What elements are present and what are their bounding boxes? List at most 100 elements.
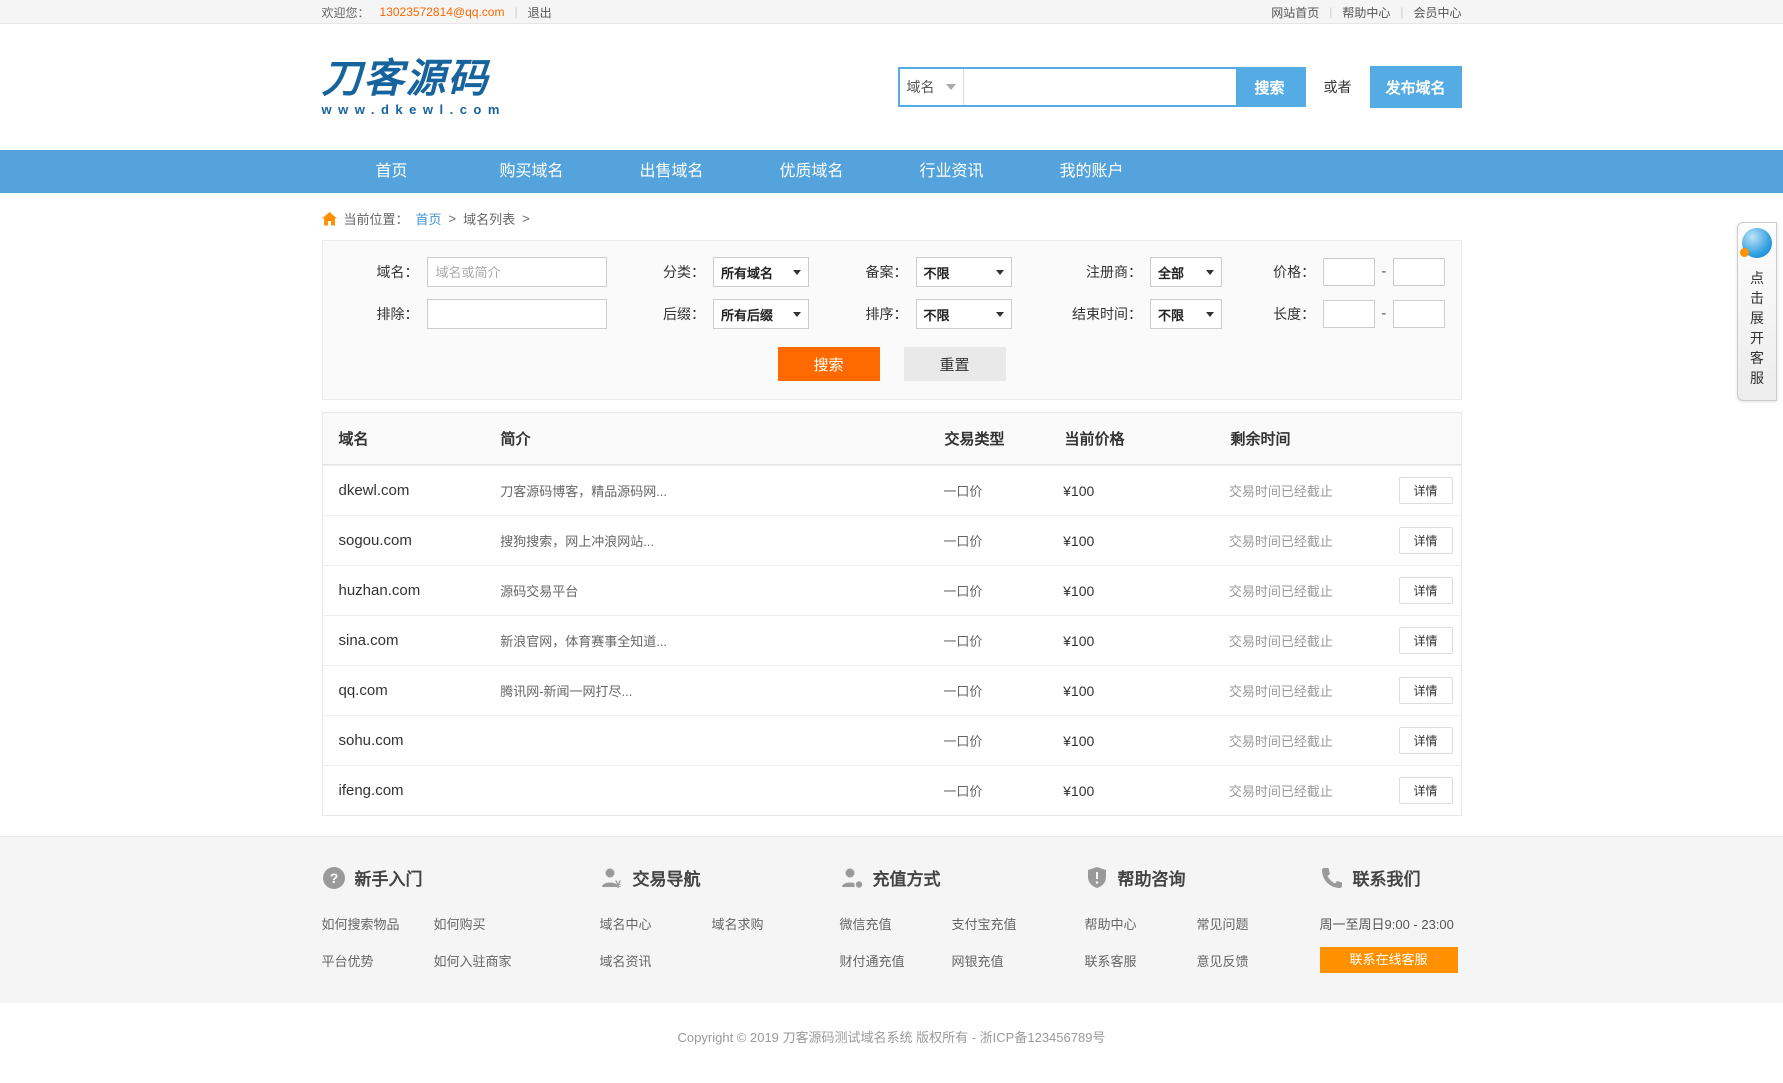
table-row: qq.com 腾讯网-新闻一网打尽... 一口价 ¥100 交易时间已经截止 详… <box>323 665 1461 715</box>
price-max-input[interactable] <box>1393 258 1445 286</box>
category-select-value: 所有域名 <box>721 263 773 282</box>
user-email-link[interactable]: 13023572814@qq.com <box>380 5 505 19</box>
table-row: sina.com 新浪官网，体育赛事全知道... 一口价 ¥100 交易时间已经… <box>323 615 1461 665</box>
detail-button[interactable]: 详情 <box>1399 477 1453 504</box>
cell-price: ¥100 <box>1063 583 1229 599</box>
chevron-down-icon <box>793 270 801 275</box>
breadcrumb-separator: > <box>522 211 530 226</box>
category-select[interactable]: 所有域名 <box>713 257 809 287</box>
cell-domain: qq.com <box>339 682 501 699</box>
cell-desc: 搜狗搜索，网上冲浪网站... <box>500 531 943 550</box>
footer-link[interactable]: 域名求购 <box>712 914 840 933</box>
footer-link[interactable]: 财付通充值 <box>840 951 952 970</box>
publish-domain-button[interactable]: 发布域名 <box>1370 66 1462 108</box>
header-search-button[interactable]: 搜索 <box>1236 69 1304 105</box>
exclude-filter-input[interactable] <box>427 299 607 329</box>
table-header-row: 域名 简介 交易类型 当前价格 剩余时间 <box>323 413 1461 465</box>
length-max-input[interactable] <box>1393 300 1445 328</box>
question-circle-icon: ? <box>322 866 346 890</box>
footer-link[interactable]: 联系客服 <box>1085 951 1197 970</box>
footer-title-recharge: 充值方式 <box>873 865 941 890</box>
footer-link[interactable]: 网银充值 <box>952 951 1085 970</box>
topbar-link-home[interactable]: 网站首页 <box>1271 4 1319 21</box>
footer-link[interactable]: 意见反馈 <box>1197 951 1320 970</box>
logout-link[interactable]: 退出 <box>528 4 552 21</box>
footer-link[interactable]: 如何入驻商家 <box>434 951 600 970</box>
suffix-filter-label: 后缀： <box>631 304 705 324</box>
length-min-input[interactable] <box>1323 300 1375 328</box>
footer-link[interactable]: 域名中心 <box>600 914 712 933</box>
suffix-select-value: 所有后缀 <box>721 305 773 324</box>
shield-icon <box>1085 866 1109 890</box>
chevron-down-icon <box>996 270 1004 275</box>
topbar-link-help[interactable]: 帮助中心 <box>1342 4 1390 21</box>
cell-domain: ifeng.com <box>339 782 501 799</box>
cell-price: ¥100 <box>1063 783 1229 799</box>
detail-button[interactable]: 详情 <box>1399 527 1453 554</box>
nav-item-buy-domain[interactable]: 购买域名 <box>462 150 602 193</box>
footer-link[interactable]: 域名资讯 <box>600 951 712 970</box>
cell-price: ¥100 <box>1063 483 1229 499</box>
cell-desc: 刀客源码博客，精品源码网... <box>500 481 943 500</box>
header-search-input[interactable] <box>964 69 1236 105</box>
nav-item-industry-news[interactable]: 行业资讯 <box>882 150 1022 193</box>
recharge-icon <box>840 866 864 890</box>
footer-link[interactable]: 微信充值 <box>840 914 952 933</box>
table-row: dkewl.com 刀客源码博客，精品源码网... 一口价 ¥100 交易时间已… <box>323 465 1461 515</box>
detail-button[interactable]: 详情 <box>1399 627 1453 654</box>
header: 刀客源码 www.dkewl.com 域名 搜索 或者 发布域名 <box>0 24 1783 150</box>
customer-service-widget[interactable]: 点击展开客服 <box>1737 222 1777 401</box>
header-time: 剩余时间 <box>1231 428 1401 449</box>
endtime-select[interactable]: 不限 <box>1150 299 1222 329</box>
detail-button[interactable]: 详情 <box>1399 727 1453 754</box>
domain-list-table: 域名 简介 交易类型 当前价格 剩余时间 dkewl.com 刀客源码博客，精品… <box>0 412 1783 816</box>
cell-price: ¥100 <box>1063 683 1229 699</box>
detail-button[interactable]: 详情 <box>1399 677 1453 704</box>
site-logo[interactable]: 刀客源码 www.dkewl.com <box>322 59 506 116</box>
exclude-filter-label: 排除： <box>339 304 419 324</box>
sort-filter-label: 排序： <box>834 304 908 324</box>
sort-select[interactable]: 不限 <box>916 299 1012 329</box>
price-min-input[interactable] <box>1323 258 1375 286</box>
breadcrumb-home-link[interactable]: 首页 <box>416 209 442 228</box>
chevron-down-icon <box>793 312 801 317</box>
breadcrumb-current: 域名列表 <box>463 209 515 228</box>
footer-link[interactable]: 如何购买 <box>434 914 600 933</box>
footer-link[interactable]: 帮助中心 <box>1085 914 1197 933</box>
table-row: huzhan.com 源码交易平台 一口价 ¥100 交易时间已经截止 详情 <box>323 565 1461 615</box>
registrar-select[interactable]: 全部 <box>1150 257 1222 287</box>
cell-desc: 新浪官网，体育赛事全知道... <box>500 631 943 650</box>
search-category-select[interactable]: 域名 <box>900 69 964 105</box>
footer-link[interactable]: 支付宝充值 <box>952 914 1085 933</box>
detail-button[interactable]: 详情 <box>1399 777 1453 804</box>
footer-title-trade: 交易导航 <box>633 865 701 890</box>
main-nav: 首页 购买域名 出售域名 优质域名 行业资讯 我的账户 <box>0 150 1783 193</box>
cell-domain: sogou.com <box>339 532 501 549</box>
footer-title-beginner: 新手入门 <box>355 865 423 890</box>
footer-link[interactable]: 常见问题 <box>1197 914 1320 933</box>
cell-desc: 腾讯网-新闻一网打尽... <box>500 681 943 700</box>
detail-button[interactable]: 详情 <box>1399 577 1453 604</box>
chevron-down-icon <box>996 312 1004 317</box>
filter-reset-button[interactable]: 重置 <box>904 347 1006 381</box>
record-select[interactable]: 不限 <box>916 257 1012 287</box>
endtime-filter-label: 结束时间： <box>1036 304 1142 324</box>
footer-link[interactable]: 如何搜索物品 <box>322 914 434 933</box>
cell-type: 一口价 <box>943 731 1063 750</box>
nav-item-premium-domain[interactable]: 优质域名 <box>742 150 882 193</box>
nav-item-my-account[interactable]: 我的账户 <box>1022 150 1162 193</box>
service-icon <box>1742 228 1772 258</box>
nav-item-home[interactable]: 首页 <box>322 150 462 193</box>
svg-text:?: ? <box>329 870 338 886</box>
footer-link[interactable]: 平台优势 <box>322 951 434 970</box>
cell-type: 一口价 <box>943 781 1063 800</box>
topbar-link-member[interactable]: 会员中心 <box>1413 4 1461 21</box>
nav-item-sell-domain[interactable]: 出售域名 <box>602 150 742 193</box>
filter-search-button[interactable]: 搜索 <box>778 347 880 381</box>
suffix-select[interactable]: 所有后缀 <box>713 299 809 329</box>
cell-type: 一口价 <box>943 531 1063 550</box>
trader-icon: ¥ <box>600 866 624 890</box>
contact-online-service-button[interactable]: 联系在线客服 <box>1320 947 1458 973</box>
domain-filter-input[interactable] <box>427 257 607 287</box>
cell-domain: sohu.com <box>339 732 501 749</box>
